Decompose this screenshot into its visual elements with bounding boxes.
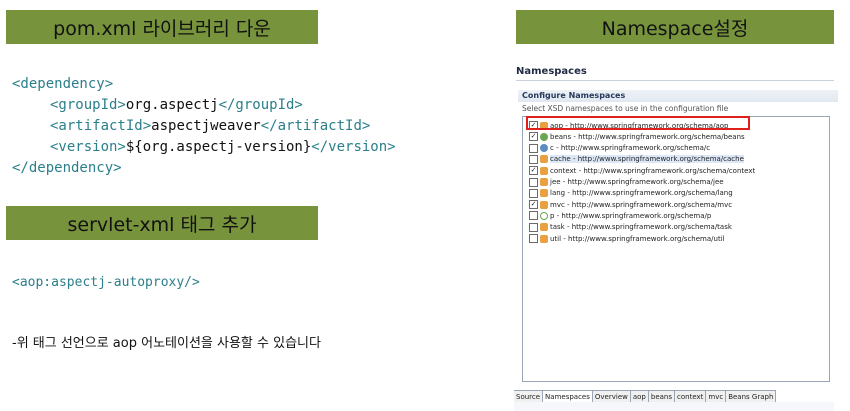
version-open: <version>: [50, 139, 126, 155]
servlet-banner-label: servlet-xml 태그 추가: [67, 213, 257, 236]
namespace-label: task - http://www.springframework.org/sc…: [550, 223, 732, 232]
servlet-banner: servlet-xml 태그 추가: [6, 206, 318, 240]
aop-highlight: [526, 116, 750, 130]
namespace-row[interactable]: task - http://www.springframework.org/sc…: [529, 222, 732, 233]
c-icon: [540, 144, 548, 153]
namespace-row[interactable]: p - http://www.springframework.org/schem…: [529, 210, 711, 221]
namespace-label: context - http://www.springframework.org…: [550, 166, 756, 175]
xsd-icon: [540, 234, 548, 243]
artifactid-value: aspectjweaver: [151, 118, 261, 134]
section-description: Select XSD namespaces to use in the conf…: [522, 104, 729, 113]
note-text: -위 태그 선언으로 aop 어노테이션을 사용할 수 있습니다: [12, 336, 321, 351]
xsd-icon: [540, 223, 548, 232]
namespace-banner: Namespace설정: [516, 10, 834, 44]
namespace-checkbox[interactable]: [529, 234, 538, 243]
pom-banner-label: pom.xml 라이브러리 다운: [53, 17, 271, 40]
artifactid-close: </artifactId>: [260, 118, 371, 134]
namespace-checkbox[interactable]: [529, 222, 538, 232]
namespace-label: mvc - http://www.springframework.org/sch…: [550, 200, 733, 209]
namespace-checkbox[interactable]: [529, 177, 538, 187]
groupid-open: <groupId>: [50, 97, 126, 113]
xsd-icon: [540, 166, 548, 175]
namespace-checkbox[interactable]: [529, 188, 538, 198]
namespace-label: util - http://www.springframework.org/sc…: [550, 234, 725, 243]
namespace-label: lang - http://www.springframework.org/sc…: [550, 189, 733, 198]
bean-icon: [540, 132, 548, 141]
namespace-row[interactable]: lang - http://www.springframework.org/sc…: [529, 188, 733, 199]
namespace-checkbox[interactable]: ✓: [529, 166, 538, 176]
namespace-row[interactable]: ✓ beans - http://www.springframework.org/…: [529, 131, 745, 142]
namespace-row[interactable]: c - http://www.springframework.org/schem…: [529, 143, 710, 154]
groupid-close: </groupId>: [218, 97, 303, 113]
namespace-checkbox[interactable]: [529, 154, 538, 164]
servlet-code: <aop:aspectj-autoproxy/>: [12, 275, 200, 290]
namespace-row[interactable]: jee - http://www.springframework.org/sch…: [529, 177, 724, 188]
xsd-icon: [540, 155, 548, 164]
namespace-checkbox[interactable]: ✓: [529, 132, 538, 142]
namespace-checkbox[interactable]: [529, 143, 538, 153]
namespace-row[interactable]: util - http://www.springframework.org/sc…: [529, 233, 725, 244]
namespace-list[interactable]: ✓ aop - http://www.springframework.org/sc…: [522, 116, 830, 382]
namespace-checkbox[interactable]: ✓: [529, 200, 538, 210]
namespace-label: cache - http://www.springframework.org/s…: [550, 155, 744, 164]
version-value: ${org.aspectj-version}: [125, 139, 312, 155]
pom-banner: pom.xml 라이브러리 다운: [6, 10, 318, 44]
namespace-label: p - http://www.springframework.org/schem…: [550, 211, 712, 220]
version-close: </version>: [311, 139, 396, 155]
artifactid-open: <artifactId>: [50, 118, 152, 134]
namespace-row[interactable]: cache - http://www.springframework.org/s…: [529, 154, 744, 165]
namespace-checkbox[interactable]: [529, 211, 538, 221]
code-line-1: <dependency>: [12, 76, 114, 92]
panel-title: Namespaces: [516, 66, 587, 77]
namespace-banner-label: Namespace설정: [601, 17, 749, 40]
section-header: Configure Namespaces: [518, 90, 838, 102]
namespace-label: c - http://www.springframework.org/schem…: [550, 144, 711, 153]
namespace-label: jee - http://www.springframework.org/sch…: [550, 178, 724, 186]
panel-divider: [516, 80, 834, 81]
p-icon: [540, 211, 548, 220]
xsd-icon: [540, 178, 548, 186]
xsd-icon: [540, 189, 548, 198]
namespace-label: beans - http://www.springframework.org/s…: [550, 132, 745, 141]
namespace-row[interactable]: ✓ mvc - http://www.springframework.org/sc…: [529, 199, 732, 210]
tab-strip-background: [514, 402, 834, 411]
namespace-row[interactable]: ✓ context - http://www.springframework.or…: [529, 165, 755, 176]
xsd-icon: [540, 200, 548, 209]
dependency-code: <dependency> <groupId>org.aspectj</groupI…: [12, 74, 396, 179]
groupid-value: org.aspectj: [125, 97, 219, 113]
code-line-5: </dependency>: [12, 160, 122, 176]
